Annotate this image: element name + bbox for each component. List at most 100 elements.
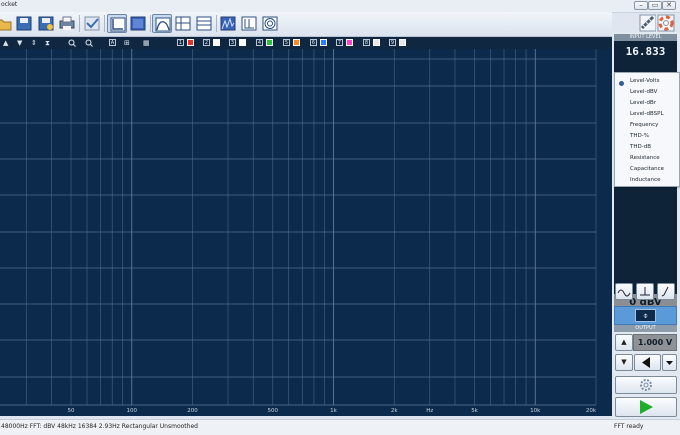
restore-icon: ▭: [651, 1, 659, 9]
measure-option-inductance[interactable]: Inductance: [630, 177, 661, 183]
channel-3-swatch[interactable]: [239, 39, 246, 46]
selected-radio-icon: [619, 81, 624, 86]
probe-button[interactable]: [657, 283, 675, 300]
view-fill-icon: [130, 16, 146, 31]
arrow-up-icon: ▲: [621, 338, 627, 346]
input-level-readout[interactable]: 16.833: [614, 41, 677, 65]
measure-option-level-dbv[interactable]: Level-dBV: [630, 89, 657, 95]
open-button[interactable]: [0, 14, 14, 33]
cursor-split-icon: [196, 16, 212, 31]
channel-8-number[interactable]: 8: [363, 39, 370, 46]
settings-button[interactable]: [615, 376, 677, 394]
channel-2-swatch[interactable]: [213, 39, 220, 46]
x-tick-label: 500: [268, 408, 279, 414]
measure-option-capacitance[interactable]: Capacitance: [630, 166, 664, 172]
x-tick-label: 20k: [586, 408, 597, 414]
output-down-button[interactable]: ▼: [615, 354, 633, 371]
fft-plot[interactable]: 20501002005001k2kHz5k10k20k: [0, 49, 612, 416]
output-menu-button[interactable]: [662, 354, 677, 371]
target-button[interactable]: [260, 14, 280, 33]
play-button[interactable]: [615, 397, 677, 417]
check-button[interactable]: [82, 14, 102, 33]
channel-4-number[interactable]: 4: [256, 39, 263, 46]
close-button[interactable]: ✕: [662, 1, 676, 10]
curve-icon: [155, 17, 171, 32]
measure-option-level-volts[interactable]: Level-Volts: [630, 78, 659, 84]
cursor-split-button[interactable]: [194, 14, 214, 33]
print-icon: [59, 16, 75, 30]
measure-option-level-dbspl[interactable]: Level-dBSPL: [630, 111, 664, 117]
ac-coupling-button[interactable]: [615, 283, 633, 300]
close-icon: ✕: [666, 1, 672, 9]
output-up-button[interactable]: ▲: [615, 334, 633, 351]
arrow-down-icon: ▼: [621, 358, 627, 366]
view-plot-button[interactable]: [107, 14, 127, 33]
curve-button[interactable]: [152, 14, 172, 33]
chevron-down-icon: [666, 361, 673, 365]
folder-open-icon: [0, 19, 12, 31]
channel-3-number[interactable]: 3: [229, 39, 236, 46]
ruler-icon: [639, 14, 657, 32]
scroll-down-button[interactable]: ▼: [17, 38, 22, 48]
dc-coupling-button[interactable]: [636, 283, 654, 300]
channel-9-number[interactable]: 9: [389, 39, 396, 46]
zoom-in-icon[interactable]: [68, 39, 76, 47]
measure-option-thd-percent[interactable]: THD-%: [630, 133, 649, 139]
channel-6-swatch[interactable]: [320, 39, 327, 46]
x-tick-label: 10k: [530, 408, 541, 414]
channel-5-number[interactable]: 5: [283, 39, 290, 46]
print-button[interactable]: [57, 14, 77, 33]
save-icon: [16, 16, 32, 31]
target-icon: [262, 16, 278, 31]
status-left: 48000Hz FFT: dBV 48kHz 16384 2.93Hz Rect…: [1, 423, 198, 430]
plot-grid: 20501002005001k2kHz5k10k20k: [0, 49, 597, 414]
speaker-left-icon: [642, 357, 650, 368]
scale-button[interactable]: ⇕: [31, 38, 37, 48]
output-speaker-button[interactable]: [634, 354, 661, 371]
status-right: FFT ready: [614, 423, 644, 430]
toolbar-separator: [104, 15, 105, 32]
probe-icon: [661, 286, 669, 297]
toolbar-separator: [216, 15, 217, 32]
range-button[interactable]: ⧗: [45, 38, 50, 48]
x-tick-label: Hz: [426, 408, 433, 414]
save-button[interactable]: [14, 14, 34, 33]
grid-button[interactable]: ⊞: [124, 38, 130, 48]
marker-button[interactable]: [239, 14, 259, 33]
channel-2-number[interactable]: 2: [203, 39, 210, 46]
channel-4-swatch[interactable]: [266, 39, 273, 46]
ruler-button[interactable]: [638, 13, 657, 32]
measure-option-level-dbr[interactable]: Level-dBr: [630, 100, 656, 106]
gear-icon: [640, 379, 652, 391]
checkmark-icon: [84, 16, 100, 31]
channel-9-swatch[interactable]: [399, 39, 406, 46]
save-as-button[interactable]: [36, 14, 56, 33]
minimize-button[interactable]: –: [634, 1, 648, 10]
channel-8-swatch[interactable]: [373, 39, 380, 46]
measure-option-frequency[interactable]: Frequency: [630, 122, 658, 128]
restore-button[interactable]: ▭: [648, 1, 662, 10]
layout-button[interactable]: ▦: [143, 38, 150, 48]
channel-1-swatch[interactable]: [187, 39, 194, 46]
auto-button[interactable]: A: [109, 39, 116, 46]
minimize-icon: –: [639, 1, 643, 9]
measure-option-thd-db[interactable]: THD-dB: [630, 144, 651, 150]
channel-6-number[interactable]: 6: [310, 39, 317, 46]
help-button[interactable]: [657, 13, 675, 32]
spectrum-button[interactable]: [218, 14, 238, 33]
zoom-out-icon[interactable]: [85, 39, 93, 47]
cursor-h-button[interactable]: [173, 14, 193, 33]
channel-7-number[interactable]: 7: [336, 39, 343, 46]
view-plot-icon: [110, 17, 126, 32]
measure-option-resistance[interactable]: Resistance: [630, 155, 660, 161]
measure-mode-dropdown[interactable]: Level-Volts Level-dBV Level-dBr Level-dB…: [614, 72, 680, 187]
scroll-up-button[interactable]: ▲: [3, 38, 8, 48]
save-as-icon: [38, 16, 54, 31]
channel-5-swatch[interactable]: [293, 39, 300, 46]
output-level-value[interactable]: 1.000 V: [633, 334, 677, 351]
loopback-toggle[interactable]: ⌽: [614, 306, 677, 325]
view-fill-button[interactable]: [128, 14, 148, 33]
input-level-header: INPUT LEVEL: [614, 34, 677, 41]
channel-7-swatch[interactable]: [346, 39, 353, 46]
channel-1-number[interactable]: 1: [177, 39, 184, 46]
